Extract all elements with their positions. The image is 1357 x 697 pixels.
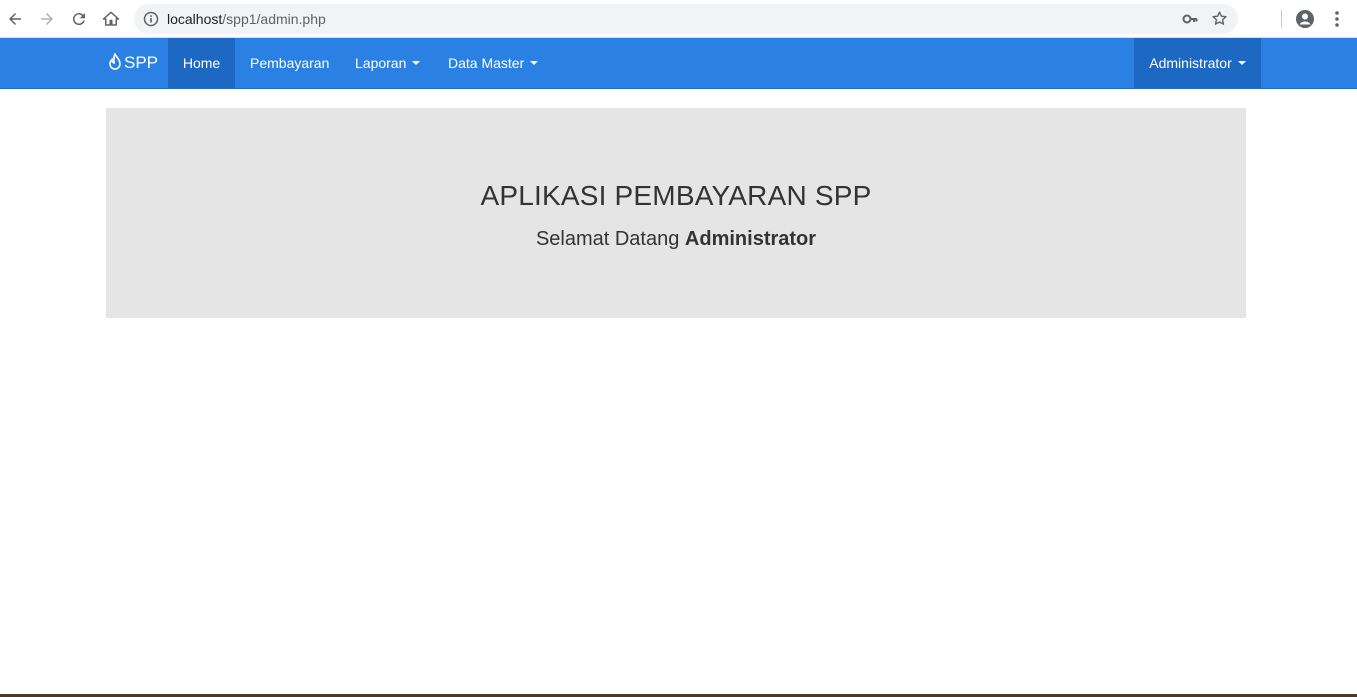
arrow-right-icon [41,13,53,25]
caret-down-icon [530,61,539,65]
url-text[interactable]: localhost/spp1/admin.php [167,11,326,27]
caret-down-icon [1237,61,1246,65]
bookmark-star-icon[interactable] [1211,10,1228,27]
app-navbar: SPP Home Pembayaran Laporan Data Master … [0,38,1357,89]
nav-pembayaran[interactable]: Pembayaran [235,38,344,88]
nav-laporan-label: Laporan [355,55,407,71]
fire-icon [109,53,121,70]
nav-pembayaran-label: Pembayaran [250,55,330,71]
home-button[interactable] [99,7,123,31]
more-menu-icon[interactable] [1330,9,1344,29]
address-bar[interactable]: localhost/spp1/admin.php [134,4,1238,34]
nav-home-label: Home [182,55,221,71]
welcome-jumbotron: APLIKASI PEMBAYARAN SPP Selamat Datang A… [106,108,1246,318]
forward-button[interactable] [35,7,59,31]
reload-icon [72,13,85,26]
user-menu-label: Administrator [1149,55,1232,71]
app-title: APLIKASI PEMBAYARAN SPP [480,180,872,211]
info-icon[interactable] [143,11,159,27]
welcome-message: Selamat Datang Administrator [106,228,1246,251]
arrow-left-icon [9,13,21,25]
welcome-username: Administrator [684,228,817,250]
nav-laporan[interactable]: Laporan [340,38,435,88]
brand-link[interactable]: SPP [107,38,158,88]
reload-button[interactable] [67,7,91,31]
home-icon [102,11,120,26]
url-path: /spp1/admin.php [222,11,326,27]
nav-user-menu[interactable]: Administrator [1134,38,1261,88]
nav-data-master-label: Data Master [448,55,525,71]
toolbar-divider [1281,10,1282,28]
caret-down-icon [412,61,421,65]
key-icon[interactable] [1182,11,1198,27]
nav-data-master[interactable]: Data Master [433,38,553,88]
profile-avatar-icon[interactable] [1295,9,1315,29]
browser-toolbar: localhost/spp1/admin.php [0,0,1357,38]
url-host: localhost [167,11,223,27]
back-button[interactable] [3,7,27,31]
brand-text: SPP [124,53,159,72]
nav-home[interactable]: Home [168,38,235,88]
welcome-prefix: Selamat Datang [535,228,685,250]
